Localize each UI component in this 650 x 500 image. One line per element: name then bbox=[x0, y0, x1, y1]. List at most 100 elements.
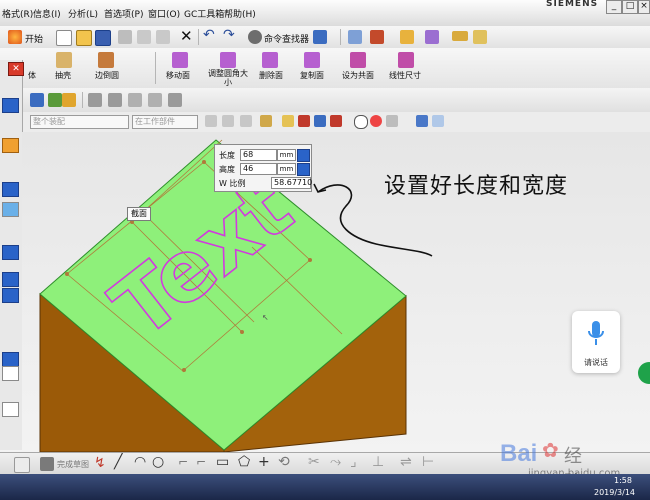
copy-face-label[interactable]: 复制面 bbox=[300, 70, 324, 81]
process-studio-icon[interactable] bbox=[2, 366, 19, 381]
measure-icon[interactable] bbox=[452, 31, 468, 41]
mirror-icon[interactable]: ⇌ bbox=[400, 454, 412, 470]
snap-icon-1[interactable] bbox=[260, 115, 272, 127]
finish-sketch-icon[interactable] bbox=[40, 457, 54, 471]
layer-icon[interactable] bbox=[348, 30, 362, 44]
linear-dimension-icon[interactable] bbox=[398, 52, 414, 68]
filter-icon-1[interactable] bbox=[205, 115, 217, 127]
feature-icon-5[interactable] bbox=[168, 93, 182, 107]
linear-dimension-label[interactable]: 线性尺寸 bbox=[389, 70, 421, 81]
move-face-icon[interactable] bbox=[172, 52, 188, 68]
shell-icon[interactable] bbox=[56, 52, 72, 68]
start-icon[interactable] bbox=[8, 30, 22, 44]
history-icon[interactable] bbox=[2, 182, 19, 197]
clock-time[interactable]: 1:58 bbox=[614, 476, 632, 485]
assembly-scope-dropdown[interactable]: 在工作部件 bbox=[132, 115, 198, 129]
snap-endpoint-icon[interactable] bbox=[282, 115, 294, 127]
edge-blend-icon[interactable] bbox=[98, 52, 114, 68]
start-label[interactable]: 开始 bbox=[25, 32, 43, 45]
point-icon[interactable]: + bbox=[258, 454, 270, 470]
unite-icon[interactable] bbox=[62, 93, 76, 107]
polygon-icon[interactable]: ⬠ bbox=[238, 454, 250, 470]
shell-label[interactable]: 抽壳 bbox=[55, 70, 71, 81]
manufacturing-wizard-icon[interactable] bbox=[2, 402, 19, 417]
delete-icon[interactable]: ✕ bbox=[180, 27, 193, 45]
copy-face-icon[interactable] bbox=[304, 52, 320, 68]
resize-blend-label[interactable]: 调整圆角大小 bbox=[206, 69, 250, 87]
palette-icon[interactable] bbox=[2, 272, 19, 287]
save-icon[interactable] bbox=[95, 30, 111, 46]
circle-icon[interactable]: ○ bbox=[152, 454, 164, 470]
sketch-menu-icon[interactable] bbox=[14, 457, 30, 473]
menu-format[interactable]: 格式(R) bbox=[2, 7, 33, 20]
command-finder-label[interactable]: 命令查找器 bbox=[264, 32, 309, 45]
snap-arc-center-icon[interactable] bbox=[354, 115, 368, 129]
menu-preferences[interactable]: 首选项(P) bbox=[104, 7, 143, 20]
voice-input-widget[interactable]: 请说话 bbox=[572, 311, 620, 373]
paste-icon[interactable] bbox=[156, 30, 170, 44]
select-filter-dropdown[interactable]: 整个装配 bbox=[30, 115, 129, 129]
length-unit[interactable]: mm bbox=[277, 149, 296, 161]
part-navigator-icon[interactable] bbox=[2, 138, 19, 153]
menu-help[interactable]: 帮助(H) bbox=[224, 7, 256, 20]
chamfer-icon[interactable]: ⌐ bbox=[196, 455, 206, 469]
menu-gc-toolbox[interactable]: GC工具箱 bbox=[184, 7, 224, 20]
redo-icon[interactable]: ↷ bbox=[223, 27, 235, 43]
close-window-icon[interactable]: × bbox=[638, 0, 650, 14]
copy-icon[interactable] bbox=[137, 30, 151, 44]
snap-bounded-icon[interactable] bbox=[432, 115, 444, 127]
assembly-navigator-icon[interactable] bbox=[2, 98, 19, 113]
edge-blend-label[interactable]: 边倒圆 bbox=[95, 70, 119, 81]
wcs-icon[interactable] bbox=[370, 30, 384, 44]
profile-icon[interactable]: ↯ bbox=[94, 455, 106, 471]
menu-window[interactable]: 窗口(O) bbox=[148, 7, 180, 20]
close-panel-icon[interactable]: ✕ bbox=[8, 62, 24, 76]
snap-midpoint-icon[interactable] bbox=[298, 115, 310, 127]
delete-face-icon[interactable] bbox=[262, 52, 278, 68]
constraint-icon[interactable]: ⊥ bbox=[372, 454, 384, 470]
rectangle-icon[interactable]: ▭ bbox=[216, 454, 229, 470]
make-coplanar-label[interactable]: 设为共面 bbox=[342, 70, 374, 81]
snap-control-icon[interactable] bbox=[314, 115, 326, 127]
snap-face-icon[interactable] bbox=[416, 115, 428, 127]
trim-icon[interactable]: ✂ bbox=[308, 454, 320, 470]
move-face-label[interactable]: 移动面 bbox=[166, 70, 190, 81]
sketch-icon[interactable] bbox=[313, 30, 327, 44]
feature-icon-4[interactable] bbox=[148, 93, 162, 107]
open-folder-icon[interactable] bbox=[76, 30, 92, 46]
offset-icon[interactable]: ⟲ bbox=[278, 454, 290, 470]
resize-blend-icon[interactable] bbox=[220, 52, 236, 68]
extend-icon[interactable]: ⤳ bbox=[330, 454, 341, 470]
ruler-icon[interactable] bbox=[473, 30, 487, 44]
system-materials-icon[interactable] bbox=[2, 352, 19, 367]
analysis-icon[interactable] bbox=[400, 30, 414, 44]
height-unit[interactable]: mm bbox=[277, 163, 296, 175]
feature-icon-2[interactable] bbox=[108, 93, 122, 107]
snap-quadrant-icon[interactable] bbox=[370, 115, 382, 127]
height-dropdown-icon[interactable] bbox=[297, 163, 310, 176]
make-corner-icon[interactable]: ⌟ bbox=[350, 454, 357, 470]
feature-icon-3[interactable] bbox=[128, 93, 142, 107]
delete-face-label[interactable]: 删除面 bbox=[259, 70, 283, 81]
filter-icon-3[interactable] bbox=[240, 115, 252, 127]
line-icon[interactable]: ╱ bbox=[114, 454, 122, 470]
make-coplanar-icon[interactable] bbox=[350, 52, 366, 68]
menu-analysis[interactable]: 分析(L) bbox=[68, 7, 98, 20]
roles-icon[interactable] bbox=[2, 288, 19, 303]
restore-icon[interactable]: □ bbox=[622, 0, 638, 14]
length-input[interactable]: 68 bbox=[240, 149, 277, 161]
display-icon[interactable] bbox=[425, 30, 439, 44]
dimension-icon[interactable]: ⊢ bbox=[422, 454, 434, 470]
command-finder-icon[interactable] bbox=[248, 30, 262, 44]
new-file-icon[interactable] bbox=[56, 30, 72, 46]
ratio-input[interactable]: 58.67710 bbox=[271, 177, 312, 189]
reuse-library-icon[interactable] bbox=[2, 202, 19, 217]
minimize-icon[interactable]: _ bbox=[606, 0, 622, 14]
extrude-icon[interactable] bbox=[30, 93, 44, 107]
height-input[interactable]: 46 bbox=[240, 163, 277, 175]
feature-icon-1[interactable] bbox=[88, 93, 102, 107]
filter-icon-2[interactable] bbox=[222, 115, 234, 127]
finish-sketch-label[interactable]: 完成草图 bbox=[57, 459, 89, 470]
length-dropdown-icon[interactable] bbox=[297, 149, 310, 162]
snap-intersection-icon[interactable] bbox=[330, 115, 342, 127]
